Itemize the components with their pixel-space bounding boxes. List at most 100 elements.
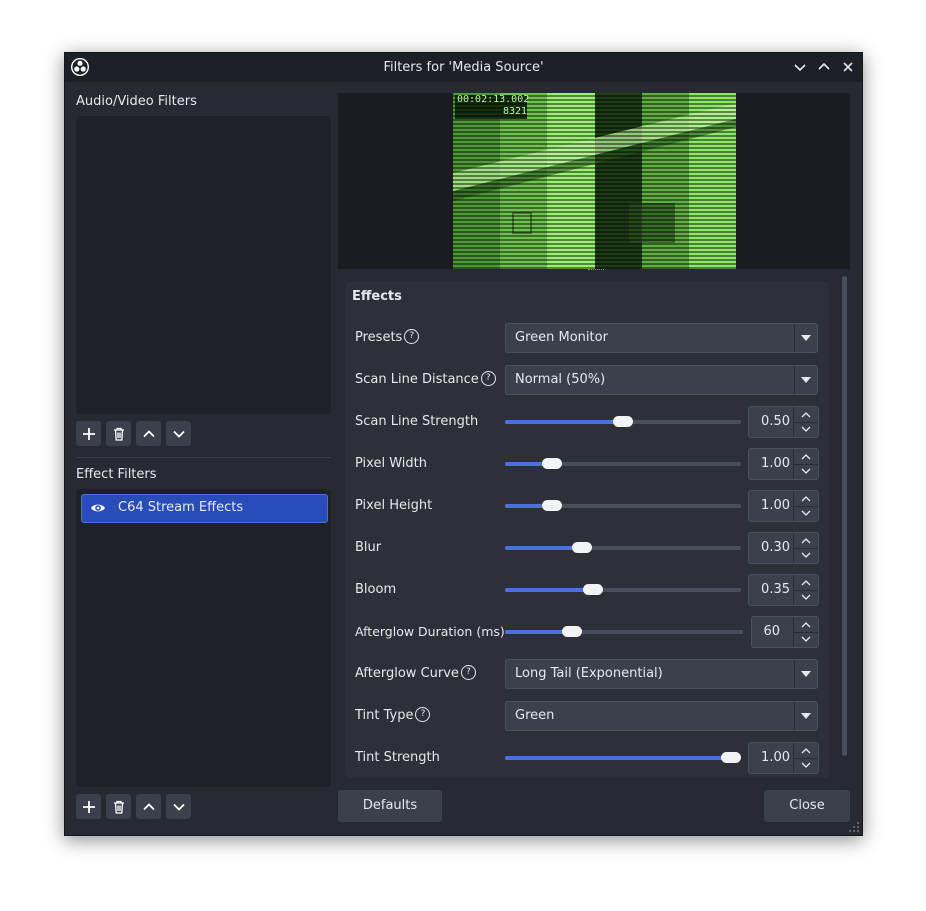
- decrement-button[interactable]: [794, 422, 818, 437]
- slider-fill: [505, 756, 731, 760]
- afterglow-curve-dropdown[interactable]: Long Tail (Exponential): [505, 659, 818, 689]
- add-audio-filter-button[interactable]: [76, 421, 101, 446]
- slider-handle[interactable]: [541, 500, 562, 511]
- spinbox-buttons: [793, 491, 818, 521]
- chevron-up-icon: [801, 496, 811, 502]
- move-effect-filter-up-button[interactable]: [136, 794, 161, 819]
- help-icon[interactable]: ?: [460, 665, 476, 680]
- increment-button[interactable]: [794, 743, 818, 759]
- spinbox-value: 1.00: [761, 456, 790, 471]
- resize-grip-icon[interactable]: [848, 821, 860, 833]
- pixel-height-spinbox[interactable]: 1.00: [748, 490, 819, 522]
- remove-effect-filter-button[interactable]: [106, 794, 131, 819]
- afterglow-duration-slider[interactable]: [505, 626, 743, 637]
- blur-spinbox[interactable]: 0.30: [748, 532, 819, 564]
- chevron-up-icon: [142, 802, 155, 810]
- settings-scrollbar[interactable]: [840, 276, 850, 781]
- help-icon[interactable]: ?: [480, 371, 496, 386]
- audio-video-filters-list[interactable]: [76, 116, 331, 414]
- minimize-chevron-icon[interactable]: [791, 58, 809, 76]
- bloom-slider[interactable]: [505, 584, 741, 595]
- slider-handle[interactable]: [571, 542, 592, 553]
- close-icon[interactable]: [839, 58, 857, 76]
- tint-type-value: Green: [515, 708, 555, 723]
- chevron-down-icon: [801, 468, 811, 474]
- scan-line-distance-label: Scan Line Distance?: [355, 371, 496, 387]
- pixel-width-slider[interactable]: [505, 458, 741, 469]
- effect-filter-item[interactable]: C64 Stream Effects: [81, 494, 328, 523]
- dropdown-arrow-icon: [801, 713, 811, 719]
- decrement-button[interactable]: [794, 506, 818, 521]
- slider-handle[interactable]: [582, 584, 603, 595]
- pixel-width-spinbox[interactable]: 1.00: [748, 448, 819, 480]
- chevron-up-icon: [801, 748, 811, 754]
- slider-fill: [505, 546, 582, 550]
- eye-visibility-icon[interactable]: [90, 501, 106, 515]
- spinbox-value: 1.00: [761, 498, 790, 513]
- dropdown-arrow-icon: [801, 377, 811, 383]
- decrement-button[interactable]: [794, 464, 818, 479]
- chevron-up-icon: [801, 580, 811, 586]
- add-effect-filter-button[interactable]: [76, 794, 101, 819]
- audio-video-filters-label: Audio/Video Filters: [76, 94, 197, 109]
- remove-audio-filter-button[interactable]: [106, 421, 131, 446]
- increment-button[interactable]: [794, 533, 818, 549]
- slider-handle[interactable]: [541, 458, 562, 469]
- bloom-spinbox[interactable]: 0.35: [748, 574, 819, 606]
- move-effect-filter-down-button[interactable]: [166, 794, 191, 819]
- trash-icon: [113, 427, 124, 441]
- effect-filters-list[interactable]: [76, 489, 331, 787]
- pixel-height-label: Pixel Height: [355, 498, 433, 513]
- decrement-button[interactable]: [794, 632, 818, 647]
- chevron-up-icon: [801, 454, 811, 460]
- tint-type-dropdown[interactable]: Green: [505, 701, 818, 731]
- scan-line-strength-slider[interactable]: [505, 416, 741, 427]
- help-icon[interactable]: ?: [415, 707, 431, 722]
- slider-handle[interactable]: [613, 416, 633, 427]
- dropdown-separator: [794, 366, 795, 394]
- bloom-label: Bloom: [355, 582, 397, 597]
- increment-button[interactable]: [794, 617, 818, 633]
- chevron-down-icon: [801, 552, 811, 558]
- decrement-button[interactable]: [794, 590, 818, 605]
- scan-line-strength-spinbox[interactable]: 0.50: [748, 406, 819, 438]
- afterglow-duration-label: Afterglow Duration (ms): [355, 624, 505, 639]
- plus-icon: [82, 427, 95, 440]
- chevron-down-icon: [801, 762, 811, 768]
- move-audio-filter-up-button[interactable]: [136, 421, 161, 446]
- increment-button[interactable]: [794, 407, 818, 423]
- presets-label: Presets?: [355, 329, 420, 345]
- slider-handle[interactable]: [721, 752, 741, 763]
- obs-logo-icon: [71, 58, 89, 76]
- tint-strength-spinbox[interactable]: 1.00: [748, 742, 819, 774]
- filter-settings-panel: Effects Presets? Green Monitor Scan Line…: [346, 282, 829, 778]
- increment-button[interactable]: [794, 449, 818, 465]
- pixel-height-slider[interactable]: [505, 500, 741, 511]
- spinbox-value: 1.00: [761, 750, 790, 765]
- slider-fill: [505, 420, 623, 424]
- presets-dropdown[interactable]: Green Monitor: [505, 323, 818, 353]
- effects-section-title: Effects: [352, 289, 402, 304]
- chevron-down-icon: [172, 430, 185, 438]
- scan-line-distance-value: Normal (50%): [515, 372, 606, 387]
- increment-button[interactable]: [794, 491, 818, 507]
- slider-handle[interactable]: [561, 626, 582, 637]
- increment-button[interactable]: [794, 575, 818, 591]
- decrement-button[interactable]: [794, 548, 818, 563]
- scrollbar-thumb[interactable]: [842, 276, 847, 756]
- move-audio-filter-down-button[interactable]: [166, 421, 191, 446]
- blur-slider[interactable]: [505, 542, 741, 553]
- close-button[interactable]: Close: [764, 790, 850, 822]
- dropdown-arrow-icon: [801, 671, 811, 677]
- decrement-button[interactable]: [794, 758, 818, 773]
- afterglow-duration-spinbox[interactable]: 60: [751, 616, 819, 648]
- dropdown-arrow-icon: [801, 335, 811, 341]
- splitter-handle[interactable]: [588, 269, 604, 273]
- help-icon[interactable]: ?: [404, 329, 420, 344]
- scan-line-distance-dropdown[interactable]: Normal (50%): [505, 365, 818, 395]
- spinbox-buttons: [793, 533, 818, 563]
- source-preview: 00:02:13.002 8321: [338, 93, 850, 270]
- maximize-chevron-icon[interactable]: [815, 58, 833, 76]
- tint-strength-slider[interactable]: [505, 752, 741, 763]
- defaults-button[interactable]: Defaults: [338, 790, 442, 822]
